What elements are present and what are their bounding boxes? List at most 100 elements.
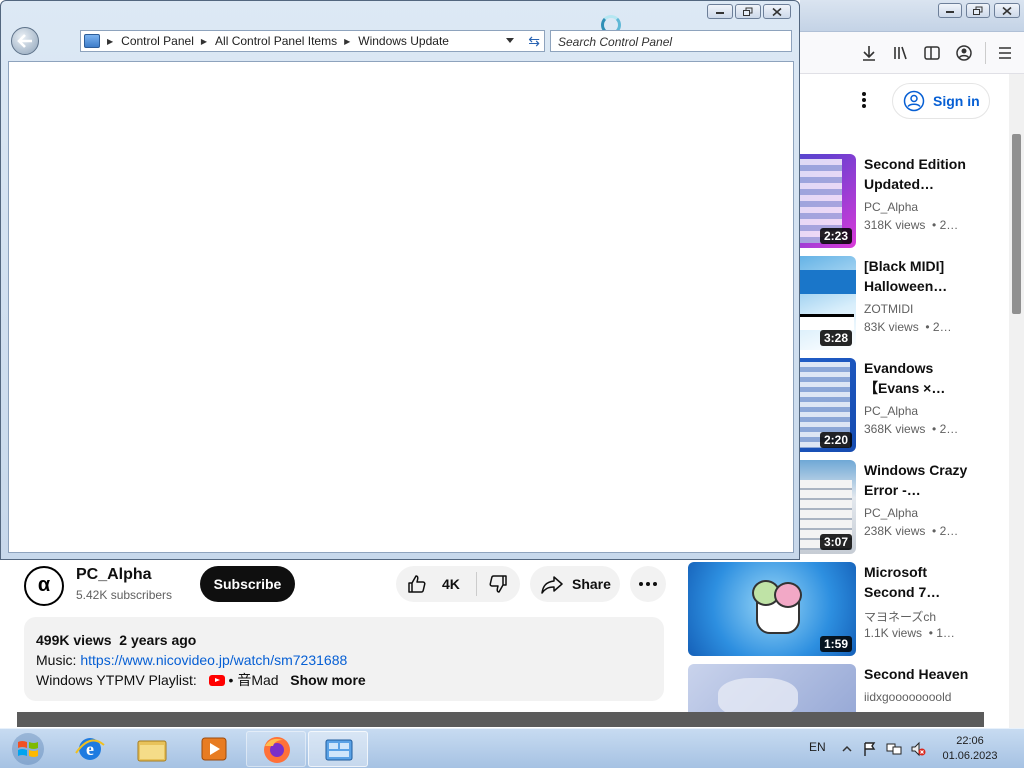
scrollbar-thumb[interactable]: [1012, 134, 1021, 314]
more-actions-button[interactable]: [630, 566, 666, 602]
video-views: 83K views: [864, 320, 919, 334]
avatar[interactable]: α: [24, 566, 64, 606]
video-meta: 238K views • 2…: [864, 524, 958, 538]
kebab-icon[interactable]: [852, 88, 876, 112]
video-title[interactable]: Evandows 【Evans ×…: [864, 358, 976, 398]
browser-titlebar: [800, 0, 1024, 32]
breadcrumb-arrow[interactable]: ▶: [201, 37, 207, 46]
close-button[interactable]: [763, 4, 791, 19]
view-count: 499K views: [36, 632, 112, 648]
video-thumbnail[interactable]: 1:59: [688, 562, 856, 656]
taskbar-media-player[interactable]: [184, 731, 244, 767]
video-title[interactable]: [Black MIDI] Halloween…: [864, 256, 976, 296]
video-age: • 2…: [925, 320, 952, 334]
start-button[interactable]: [8, 731, 48, 767]
show-hidden-icons-icon[interactable]: [839, 741, 855, 757]
breadcrumb-control-panel[interactable]: Control Panel: [121, 34, 194, 48]
network-icon[interactable]: [886, 741, 902, 757]
breadcrumb-windows-update[interactable]: Windows Update: [358, 34, 449, 48]
browser-toolbar: [800, 32, 1024, 74]
video-meta: 83K views • 2…: [864, 320, 952, 334]
dislike-button[interactable]: [478, 566, 520, 602]
channel-name[interactable]: PC_Alpha: [76, 566, 152, 584]
taskbar-explorer[interactable]: [122, 731, 182, 767]
browser-restore-button[interactable]: [966, 3, 990, 18]
video-channel[interactable]: iidxgoooooooold: [864, 690, 951, 704]
description-playlist-line: Windows YTPMV Playlist: • 音Mad Show more: [36, 670, 652, 690]
video-duration: 2:20: [819, 432, 852, 448]
control-panel-icon: [84, 34, 100, 48]
like-button[interactable]: 4K: [396, 566, 476, 602]
vertical-scrollbar[interactable]: [1009, 74, 1024, 728]
show-more-button[interactable]: Show more: [290, 672, 365, 688]
share-icon: [541, 576, 563, 594]
address-bar[interactable]: ▶ Control Panel ▶ All Control Panel Item…: [80, 30, 545, 52]
minimize-button[interactable]: [707, 4, 733, 19]
control-panel-window: ▶ Control Panel ▶ All Control Panel Item…: [0, 0, 800, 560]
video-age: • 2…: [932, 422, 959, 436]
video-duration: 3:28: [819, 330, 852, 346]
playlist-tag[interactable]: • 音Mad: [225, 672, 279, 688]
horizontal-scrollbar[interactable]: [17, 712, 984, 727]
firefox-icon: [264, 737, 290, 763]
video-description[interactable]: 499K views 2 years ago Music: https://ww…: [24, 617, 664, 701]
maximize-button[interactable]: [735, 4, 761, 19]
music-link[interactable]: https://www.nicovideo.jp/watch/sm7231688: [80, 652, 347, 668]
browser-close-button[interactable]: [994, 3, 1020, 18]
taskbar: e EN 22:06 01.06.2023: [0, 728, 1024, 768]
taskbar-control-panel[interactable]: [308, 731, 368, 767]
sign-in-label: Sign in: [933, 93, 980, 109]
video-title[interactable]: Second Heaven: [864, 664, 976, 684]
music-label: Music:: [36, 652, 81, 668]
breadcrumb-arrow[interactable]: ▶: [107, 37, 113, 46]
like-count: 4K: [442, 576, 460, 592]
explorer-icon: [137, 740, 167, 762]
recommendation-item[interactable]: Second Heaven iidxgoooooooold: [688, 664, 988, 712]
subscribe-button[interactable]: Subscribe: [200, 566, 295, 602]
clock-date: 01.06.2023: [942, 750, 998, 762]
posted-date: 2 years ago: [119, 632, 197, 648]
video-channel[interactable]: PC_Alpha: [864, 200, 918, 214]
video-duration: 1:59: [819, 636, 852, 652]
browser-minimize-button[interactable]: [938, 3, 962, 18]
share-button[interactable]: Share: [530, 566, 620, 602]
account-icon[interactable]: [951, 40, 977, 66]
video-thumbnail[interactable]: [688, 664, 856, 712]
recommendation-item[interactable]: 1:59 Microsoft Second 7… マヨネーズch 1.1K vi…: [688, 562, 988, 658]
video-channel[interactable]: マヨネーズch: [864, 608, 936, 625]
video-meta: 368K views • 2…: [864, 422, 958, 436]
chevron-down-icon[interactable]: [506, 38, 514, 43]
library-icon[interactable]: [888, 40, 914, 66]
volume-muted-icon[interactable]: [910, 741, 926, 757]
taskbar-firefox[interactable]: [246, 731, 306, 767]
breadcrumb-arrow[interactable]: ▶: [344, 37, 350, 46]
back-button[interactable]: [11, 27, 39, 55]
video-views: 1.1K views: [864, 626, 923, 640]
language-indicator[interactable]: EN: [809, 740, 826, 754]
taskbar-ie[interactable]: e: [60, 731, 120, 767]
like-icon: [408, 575, 426, 593]
back-icon: [17, 34, 32, 48]
video-views: 238K views: [864, 524, 926, 538]
video-title[interactable]: Microsoft Second 7…: [864, 562, 976, 602]
breadcrumb-all-items[interactable]: All Control Panel Items: [215, 34, 337, 48]
video-channel[interactable]: ZOTMIDI: [864, 302, 913, 316]
video-title[interactable]: Second Edition Updated…: [864, 154, 976, 194]
clock[interactable]: 22:06 01.06.2023: [936, 734, 1004, 764]
subscriber-count: 5.42K subscribers: [76, 588, 173, 602]
control-panel-task-icon: [325, 739, 353, 761]
refresh-icon[interactable]: ⇆: [528, 33, 540, 50]
sign-in-button[interactable]: Sign in: [892, 83, 990, 119]
video-duration: 2:23: [819, 228, 852, 244]
action-center-flag-icon[interactable]: [862, 741, 878, 757]
like-divider: [476, 572, 477, 596]
windows-logo-icon: [12, 733, 44, 765]
search-input[interactable]: Search Control Panel: [550, 30, 792, 52]
video-channel[interactable]: PC_Alpha: [864, 506, 918, 520]
sidebar-icon[interactable]: [919, 40, 945, 66]
video-channel[interactable]: PC_Alpha: [864, 404, 918, 418]
menu-icon[interactable]: [992, 40, 1018, 66]
share-label: Share: [572, 576, 611, 592]
video-title[interactable]: Windows Crazy Error -…: [864, 460, 976, 500]
download-icon[interactable]: [856, 40, 882, 66]
